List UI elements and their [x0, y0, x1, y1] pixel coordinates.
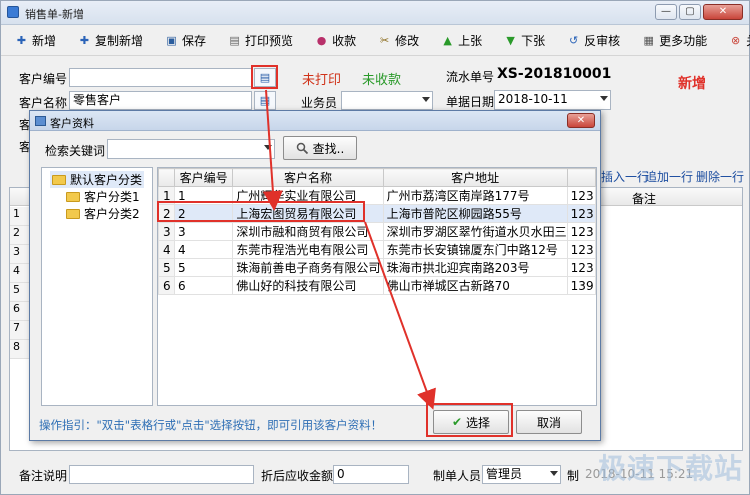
arrow-to-row — [262, 89, 283, 211]
arrow-to-select — [364, 221, 436, 410]
annotation-arrows — [262, 89, 436, 410]
watermark: 极速下载站 — [598, 452, 744, 485]
